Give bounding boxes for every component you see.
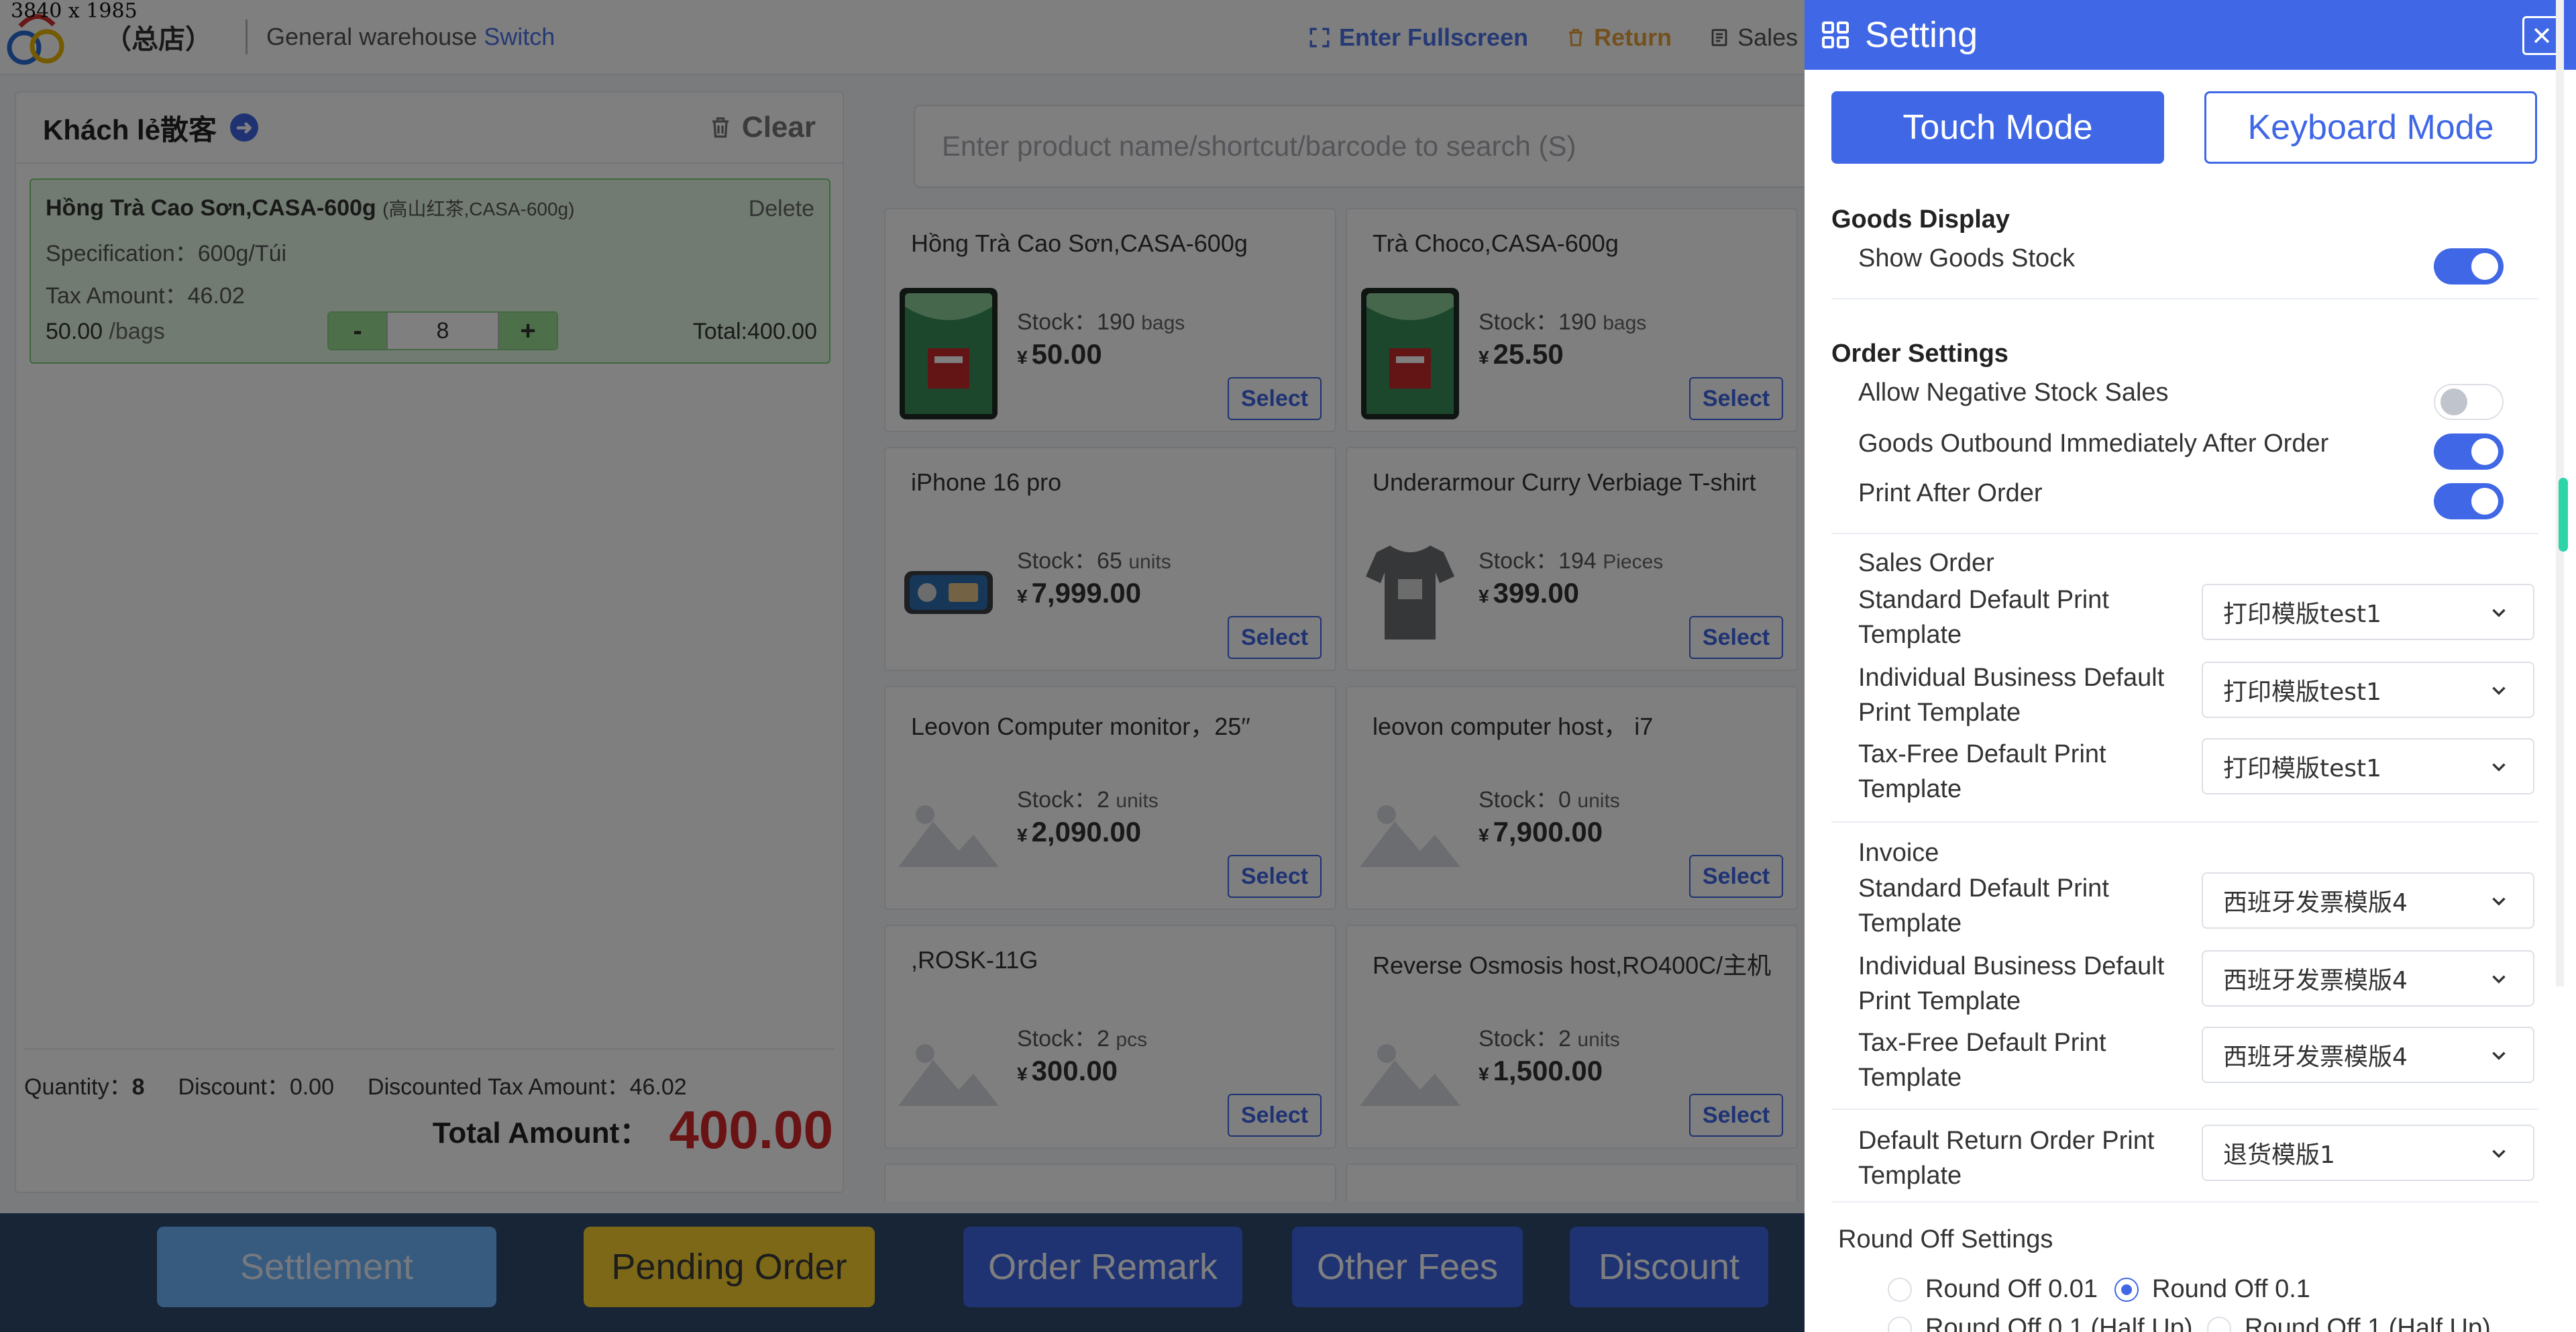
chevron-down-icon — [2492, 763, 2506, 772]
invoice-individual-label: Individual Business Default Print Templa… — [1858, 952, 2165, 1015]
round-off-001-radio[interactable] — [1888, 1278, 1912, 1302]
round-off-01-halfup-radio[interactable] — [1888, 1317, 1912, 1332]
toggle-knob — [2471, 253, 2498, 280]
chevron-down-icon — [2492, 975, 2506, 984]
select-value: 西班牙发票模版4 — [2223, 1043, 2408, 1071]
print-after-toggle[interactable] — [2434, 483, 2504, 519]
sales-individual-select[interactable]: 打印模版test1 — [2202, 662, 2534, 718]
round-off-001-label: Round Off 0.01 — [1925, 1275, 2098, 1303]
select-value: 西班牙发票模版4 — [2223, 967, 2408, 994]
select-value: 退货模版1 — [2223, 1141, 2335, 1169]
touch-mode-button[interactable]: Touch Mode — [1831, 91, 2164, 164]
settings-drawer: Setting Touch Mode Keyboard Mode Goods D… — [1805, 0, 2576, 1332]
pos-app: 3840 x 1985 （总店） General warehouse Switc… — [0, 0, 2576, 1332]
divider — [1831, 533, 2538, 534]
grid-icon — [1822, 21, 1849, 48]
invoice-taxfree-label: Tax-Free Default Print Template — [1858, 1029, 2106, 1092]
toggle-knob — [2471, 438, 2498, 465]
show-stock-toggle[interactable] — [2434, 248, 2504, 285]
show-stock-label: Show Goods Stock — [1858, 244, 2076, 272]
drawer-scrollbar-thumb[interactable] — [2559, 478, 2568, 552]
invoice-taxfree-select[interactable]: 西班牙发票模版4 — [2202, 1027, 2534, 1083]
toggle-knob — [2471, 488, 2498, 515]
drawer-title: Setting — [1865, 15, 1978, 55]
select-value: 西班牙发票模版4 — [2223, 889, 2408, 917]
chevron-down-icon — [2492, 1052, 2506, 1060]
toggle-knob — [2440, 389, 2467, 415]
goods-display-title: Goods Display — [1831, 205, 2010, 234]
invoice-group-label: Invoice — [1858, 839, 1939, 867]
invoice-standard-select[interactable]: 西班牙发票模版4 — [2202, 872, 2534, 929]
round-off-01-radio[interactable] — [2114, 1278, 2139, 1302]
outbound-label: Goods Outbound Immediately After Order — [1858, 429, 2329, 458]
sales-order-group-label: Sales Order — [1858, 549, 1994, 577]
divider — [1831, 1109, 2538, 1110]
divider — [1831, 298, 2538, 299]
return-template-label: Default Return Order Print Template — [1858, 1127, 2155, 1190]
select-value: 打印模版test1 — [2223, 601, 2382, 628]
chevron-down-icon — [2492, 686, 2506, 695]
sales-taxfree-select[interactable]: 打印模版test1 — [2202, 738, 2534, 795]
round-off-1-halfup-label: Round Off 1 (Half Up) — [2245, 1314, 2491, 1332]
divider — [1831, 821, 2538, 823]
input-mode-selector: Touch Mode Keyboard Mode — [1831, 91, 2537, 165]
sales-taxfree-label: Tax-Free Default Print Template — [1858, 740, 2106, 803]
sales-standard-select[interactable]: 打印模版test1 — [2202, 584, 2534, 640]
round-off-1-halfup-radio[interactable] — [2207, 1317, 2231, 1332]
drawer-header: Setting — [1805, 0, 2576, 70]
order-settings-title: Order Settings — [1831, 340, 2008, 368]
select-value: 打印模版test1 — [2223, 755, 2382, 782]
invoice-individual-select[interactable]: 西班牙发票模版4 — [2202, 950, 2534, 1007]
chevron-down-icon — [2492, 897, 2506, 906]
round-off-01-label: Round Off 0.1 — [2152, 1275, 2310, 1303]
keyboard-mode-button[interactable]: Keyboard Mode — [2204, 91, 2537, 164]
return-template-select[interactable]: 退货模版1 — [2202, 1125, 2534, 1181]
round-off-title: Round Off Settings — [1838, 1225, 2053, 1253]
close-icon — [2534, 28, 2550, 44]
sales-individual-label: Individual Business Default Print Templa… — [1858, 664, 2165, 727]
print-after-label: Print After Order — [1858, 479, 2043, 507]
negative-stock-toggle[interactable] — [2434, 384, 2504, 420]
chevron-down-icon — [2492, 609, 2506, 617]
outbound-toggle[interactable] — [2434, 433, 2504, 470]
negative-stock-label: Allow Negative Stock Sales — [1858, 378, 2169, 407]
select-value: 打印模版test1 — [2223, 678, 2382, 706]
invoice-standard-label: Standard Default Print Template — [1858, 874, 2109, 937]
divider — [1831, 1201, 2538, 1202]
modal-overlay[interactable] — [0, 0, 1805, 1332]
chevron-down-icon — [2492, 1149, 2506, 1158]
round-off-01-halfup-label: Round Off 0.1 (Half Up) — [1925, 1314, 2193, 1332]
sales-standard-label: Standard Default Print Template — [1858, 586, 2109, 649]
